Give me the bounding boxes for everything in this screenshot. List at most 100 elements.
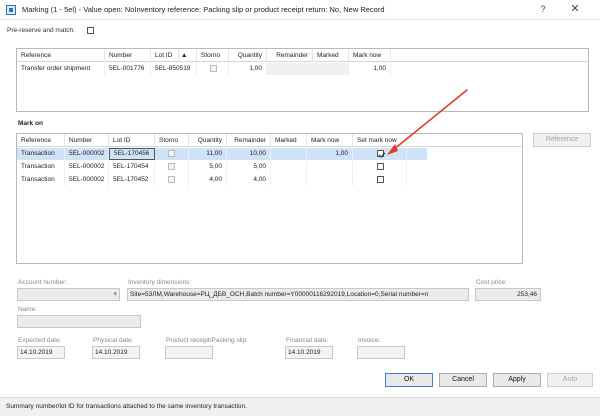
ok-button[interactable]: OK: [385, 373, 433, 387]
set-mark-now-checkbox[interactable]: [377, 163, 384, 170]
cancel-button[interactable]: Cancel: [439, 373, 487, 387]
cell-lot-id[interactable]: 5EL-170456: [109, 148, 155, 160]
cell-number: 5EL-000002: [65, 161, 109, 173]
status-text: Summary number/lot ID for transactions a…: [6, 403, 247, 410]
cost-price-field[interactable]: 253,46: [475, 288, 541, 301]
table-row[interactable]: Transaction 5EL-000002 5EL-170456 11,00 …: [17, 148, 427, 160]
col-mark-now[interactable]: Mark now: [307, 134, 353, 147]
status-bar: Summary number/lot ID for transactions a…: [0, 397, 600, 416]
app-icon: [6, 5, 16, 15]
product-receipt-label: Product receipt/Packing slip:: [166, 337, 249, 344]
invoice-field[interactable]: [357, 346, 405, 359]
auto-button[interactable]: Auto: [547, 373, 593, 387]
table-row[interactable]: Transaction 5EL-000002 5EL-170454 5,00 5…: [17, 161, 427, 173]
cell-marked: [271, 174, 307, 186]
cell-reference: Transaction: [17, 148, 65, 160]
col-lot-id[interactable]: Lot ID: [151, 49, 179, 62]
mark-on-grid[interactable]: Reference Number Lot ID Storno Quantity …: [16, 133, 523, 264]
cell-number: 5EL-001776: [105, 63, 151, 75]
cell-mark-now: [307, 161, 353, 173]
sort-ascending-icon[interactable]: ▲: [179, 49, 197, 62]
cell-marked: [271, 148, 307, 160]
col-set-mark-now[interactable]: Set mark now: [353, 134, 407, 147]
financial-date-label: Financial date:: [286, 337, 329, 344]
title-bar: Marking (1 - 5el) - Value open: NoInvent…: [0, 0, 600, 20]
cell-reference: Transaction: [17, 161, 65, 173]
cell-quantity: 4,00: [189, 174, 227, 186]
cell-storno: [155, 161, 189, 173]
col-lot-id[interactable]: Lot ID: [109, 134, 155, 147]
cell-quantity: 11,00: [189, 148, 227, 160]
col-remainder[interactable]: Remainder: [227, 134, 271, 147]
cell-reference: Transaction: [17, 174, 65, 186]
physical-date-label: Physical date:: [93, 337, 134, 344]
set-mark-now-checkbox[interactable]: [377, 150, 384, 157]
window-title: Marking (1 - 5el) - Value open: NoInvent…: [22, 5, 385, 14]
product-receipt-field[interactable]: [165, 346, 213, 359]
account-number-label: Account number:: [18, 279, 68, 286]
cell-mark-now: [307, 174, 353, 186]
storno-checkbox: [168, 176, 175, 183]
reference-button[interactable]: Reference: [533, 133, 591, 147]
col-marked[interactable]: Marked: [271, 134, 307, 147]
cell-set-mark-now: [353, 174, 407, 186]
inventory-dimensions-label: Inventory dimensions:: [128, 279, 192, 286]
cell-lot-id: 5EL-170452: [109, 174, 155, 186]
pre-reserve-label: Pre-reserve and match:: [7, 27, 75, 34]
mark-on-label: Mark on: [18, 120, 43, 127]
cell-storno: [155, 174, 189, 186]
cell-storno: [155, 148, 189, 160]
storno-checkbox: [168, 150, 175, 157]
physical-date-field[interactable]: 14.10.2019: [92, 346, 140, 359]
cell-marked: [271, 161, 307, 173]
col-reference[interactable]: Reference: [17, 134, 65, 147]
cell-mark-now: 1,00: [349, 63, 391, 75]
col-mark-now[interactable]: Mark now: [349, 49, 391, 62]
close-button[interactable]: ✕: [564, 2, 586, 17]
cell-reference: Transfer order shipment: [17, 63, 105, 75]
help-button[interactable]: ?: [532, 2, 554, 17]
cell-set-mark-now: [353, 161, 407, 173]
cell-lot-id: 5EL-170454: [109, 161, 155, 173]
financial-date-field[interactable]: 14.10.2019: [285, 346, 333, 359]
cell-number: 5EL-000002: [65, 174, 109, 186]
apply-button[interactable]: Apply: [493, 373, 541, 387]
col-number[interactable]: Number: [65, 134, 109, 147]
col-remainder[interactable]: Remainder: [267, 49, 313, 62]
storno-checkbox: [168, 163, 175, 170]
set-mark-now-checkbox[interactable]: [377, 176, 384, 183]
pre-reserve-checkbox[interactable]: [87, 27, 94, 34]
cell-quantity: 1,00: [229, 63, 267, 75]
col-number[interactable]: Number: [105, 49, 151, 62]
inventory-dimensions-field[interactable]: Site=53ЛМ,Warehouse=РЦ_ДБВ_ОСН,Batch num…: [127, 288, 469, 301]
col-marked[interactable]: Marked: [313, 49, 349, 62]
mark-on-grid-header: Reference Number Lot ID Storno Quantity …: [17, 134, 522, 147]
col-storno[interactable]: Storno: [155, 134, 189, 147]
name-field[interactable]: [17, 315, 141, 328]
table-row[interactable]: Transaction 5EL-000002 5EL-170452 4,00 4…: [17, 174, 427, 186]
name-label: Name:: [18, 306, 38, 313]
cell-number: 5EL-000002: [65, 148, 109, 160]
cost-price-label: Cost price:: [476, 279, 508, 286]
col-quantity[interactable]: Quantity: [189, 134, 227, 147]
cell-remainder: 5,00: [227, 161, 271, 173]
invoice-label: Invoice:: [358, 337, 381, 344]
cell-remainder: [267, 63, 313, 75]
cell-remainder: 10,00: [227, 148, 271, 160]
cell-quantity: 5,00: [189, 161, 227, 173]
cell-remainder: 4,00: [227, 174, 271, 186]
col-reference[interactable]: Reference: [17, 49, 105, 62]
storno-checkbox: [210, 65, 217, 72]
cell-marked: [313, 63, 349, 75]
col-quantity[interactable]: Quantity: [229, 49, 267, 62]
reference-grid[interactable]: Reference Number Lot ID ▲ Storno Quantit…: [16, 48, 589, 112]
cell-set-mark-now: [353, 148, 407, 160]
table-row[interactable]: Transfer order shipment 5EL-001776 5EL-8…: [17, 63, 588, 75]
expected-date-field[interactable]: 14.10.2019: [17, 346, 65, 359]
cell-storno: [197, 63, 229, 75]
reference-grid-header: Reference Number Lot ID ▲ Storno Quantit…: [17, 49, 588, 62]
col-storno[interactable]: Storno: [197, 49, 229, 62]
cell-mark-now: 1,00: [307, 148, 353, 160]
expected-date-label: Expected date:: [18, 337, 62, 344]
account-number-field[interactable]: [17, 288, 120, 301]
